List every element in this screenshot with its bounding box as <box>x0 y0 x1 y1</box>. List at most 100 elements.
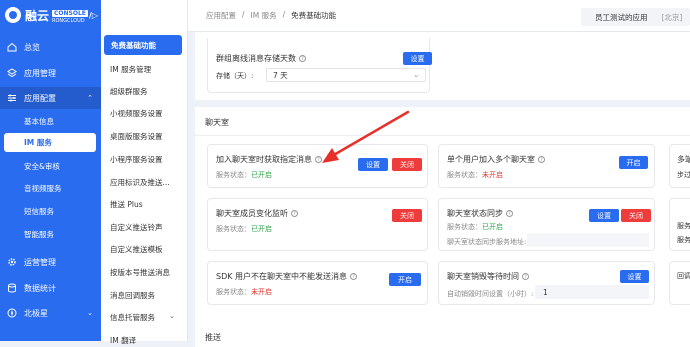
menu-item-hosting[interactable]: 信息托管服务 <box>110 312 155 323</box>
menu-item-free-basic[interactable]: 免费基础功能 <box>104 35 182 55</box>
store-days-label: 存储（天）: <box>216 72 254 80</box>
feature-card: 聊天室销毁等待时间? 设置 自动销毁时间设置（小时）: 1 <box>438 261 655 305</box>
feature-enable-button[interactable]: 开启 <box>389 273 421 286</box>
menu-item-custom-template[interactable]: 自定义推送模板 <box>110 244 163 255</box>
feature-status: 服务状态：已开启 <box>216 171 272 179</box>
store-days-value: 7 天 <box>273 70 288 80</box>
feature-close-button[interactable]: 关闭 <box>392 209 422 222</box>
section-title-push: 推送 <box>205 333 221 342</box>
group-offline-box: 群组离线消息存储天数? 设置 存储（天）: 7 天 ⌄ <box>207 38 432 93</box>
feature-status: 服务状态：已开启 <box>216 225 272 233</box>
feature-card-partial: 回调 <box>669 261 690 305</box>
database-icon <box>8 283 16 293</box>
group-offline-set-button[interactable]: 设置 <box>403 52 432 65</box>
breadcrumb-item[interactable]: IM 服务 <box>251 10 277 21</box>
destroy-time-input[interactable]: 1 <box>535 285 649 299</box>
brand-name: 融云 <box>25 8 50 23</box>
nav-item-polaris[interactable]: 北极星 ⌄ <box>0 302 101 324</box>
home-icon <box>7 42 17 52</box>
breadcrumb: 应用配置 / IM 服务 / 免费基础功能 <box>206 10 336 21</box>
menu-item-version-push[interactable]: 按版本号推送消息 <box>110 267 170 278</box>
menu-item-desktop[interactable]: 桌面版服务设置 <box>110 131 163 142</box>
menu-item-push-plus[interactable]: 推送 Plus <box>110 199 143 210</box>
feature-card: 聊天室成员变化监听? 服务状态：已开启 关闭 <box>207 198 428 251</box>
secondary-menu: 免费基础功能 IM 服务管理 超级群服务 小视频服务设置 桌面版服务设置 小程序… <box>101 0 188 345</box>
nav-sub-basic-info[interactable]: 基本信息 <box>24 116 54 127</box>
nav-sub-smart-service[interactable]: 智能服务 <box>24 229 54 240</box>
nav-item-operations[interactable]: 运营管理 <box>0 251 101 273</box>
help-icon[interactable]: ? <box>350 273 358 280</box>
feature-card: SDK 用户不在聊天室中不能发送消息? 服务状态：未开启 开启 <box>207 261 428 305</box>
store-days-select[interactable]: 7 天 ⌄ <box>266 68 426 82</box>
feature-status: 服务状态：已开启 <box>447 223 503 231</box>
feature-status: 服务状态：未开启 <box>447 171 503 179</box>
chevron-down-icon: ⌄ <box>169 312 175 320</box>
feature-card: 聊天室状态同步? 服务状态：已开启 设置 关闭 聊天室状态同步服务地址: <box>438 198 655 251</box>
chevron-down-icon: ⌄ <box>87 309 93 317</box>
nav-sub-security[interactable]: 安全&审核 <box>24 161 60 172</box>
feature-close-button[interactable]: 关闭 <box>621 209 651 222</box>
feature-title: 加入聊天室时获取指定消息? <box>216 154 322 165</box>
nav-item-app-config[interactable]: 应用配置 ⌃ <box>0 87 101 109</box>
menu-item-app-push[interactable]: 应用标识及推送... <box>110 177 170 188</box>
menu-item-short-video[interactable]: 小视频服务设置 <box>110 108 163 119</box>
brand-console: CONSOLE <box>52 9 88 17</box>
feature-title: 聊天室状态同步? <box>447 208 513 219</box>
brand-cloud: RONGCLOUD <box>52 17 85 24</box>
compass-icon <box>7 308 17 318</box>
help-icon[interactable]: ? <box>291 210 298 217</box>
help-icon[interactable]: ? <box>538 156 545 163</box>
sliders-icon <box>8 94 16 102</box>
feature-set-button[interactable]: 设置 <box>589 209 619 222</box>
rongcloud-logo-icon <box>5 7 21 23</box>
feature-status: 服务状态：未开启 <box>216 288 272 296</box>
feature-title: 单个用户加入多个聊天室? <box>447 154 545 165</box>
feature-title: SDK 用户不在聊天室中不能发送消息? <box>216 271 358 282</box>
help-icon[interactable]: ? <box>299 55 306 62</box>
nav-sub-im-service[interactable]: IM 服务 <box>4 133 96 152</box>
destroy-time-label: 自动销毁时间设置（小时）: <box>447 290 534 298</box>
annotation-arrow-icon <box>322 110 410 163</box>
breadcrumb-item[interactable]: 应用配置 <box>206 10 236 21</box>
feature-title: 聊天室销毁等待时间? <box>447 271 529 282</box>
breadcrumb-current: 免费基础功能 <box>291 11 337 20</box>
nav-item-overview[interactable]: 总览 <box>0 36 101 58</box>
help-icon[interactable]: ? <box>522 273 529 280</box>
nav-item-statistics[interactable]: 数据统计 <box>0 277 101 299</box>
feature-card-partial: 服务 服务 <box>669 198 690 251</box>
breadcrumb-separator: / <box>282 10 286 19</box>
feature-set-button[interactable]: 设置 <box>620 270 649 283</box>
nav-sub-av-service[interactable]: 音视频服务 <box>24 183 62 194</box>
menu-item-im-management[interactable]: IM 服务管理 <box>110 64 151 75</box>
menu-item-mini-program[interactable]: 小程序服务设置 <box>110 154 163 165</box>
chatroom-card: 聊天室 加入聊天室时获取指定消息? 服务状态：已开启 设置 关闭 单个用户加入多… <box>195 107 690 327</box>
feature-enable-button[interactable]: 开启 <box>619 156 648 169</box>
sync-url-label: 聊天室状态同步服务地址: <box>447 238 527 246</box>
menu-item-callback[interactable]: 消息回调服务 <box>110 290 155 301</box>
layers-icon <box>7 68 17 78</box>
menu-item-ultra-group[interactable]: 超级群服务 <box>110 86 148 97</box>
menu-item-custom-ringtone[interactable]: 自定义推送铃声 <box>110 222 163 233</box>
app-name: 员工测试的应用 <box>595 12 648 22</box>
gear-icon <box>8 258 16 266</box>
app-region: [北京] <box>661 12 683 22</box>
group-offline-title: 群组离线消息存储天数? <box>216 53 306 64</box>
nav-item-app-management[interactable]: 应用管理 <box>0 62 101 84</box>
nav-sub-sms-service[interactable]: 短信服务 <box>24 206 54 217</box>
feature-card: 单个用户加入多个聊天室? 服务状态：未开启 开启 <box>438 144 655 188</box>
breadcrumb-separator: / <box>242 10 245 19</box>
left-sidebar: 融云 CONSOLE RONGCLOUD /▷ 总览 应用管理 应用配置 ⌃ 基… <box>0 0 101 341</box>
app-selector[interactable]: 员工测试的应用 [北京] <box>581 8 690 26</box>
chevron-down-icon: ⌄ <box>413 71 419 79</box>
feature-card-partial: 多端 步过 <box>669 144 690 188</box>
top-bar: 应用配置 / IM 服务 / 免费基础功能 员工测试的应用 [北京] <box>188 0 690 32</box>
brand-logo[interactable]: 融云 CONSOLE RONGCLOUD /▷ <box>5 4 98 26</box>
chevron-up-icon: ⌃ <box>87 94 93 102</box>
help-icon[interactable]: ? <box>506 210 513 217</box>
feature-title: 聊天室成员变化监听? <box>216 208 298 219</box>
group-settings-card: 群组离线消息存储天数? 设置 存储（天）: 7 天 ⌄ <box>195 32 690 100</box>
section-title-chatroom: 聊天室 <box>205 118 229 127</box>
push-card: 推送 <box>195 327 690 347</box>
logo-slash-icon: /▷ <box>88 10 98 20</box>
sync-url-input[interactable] <box>527 233 649 247</box>
